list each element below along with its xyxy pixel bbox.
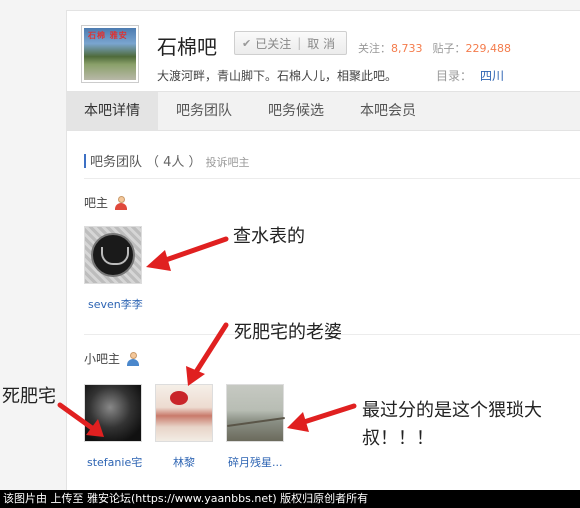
- arrow-worst-head: [287, 412, 309, 432]
- arrow-worst: [301, 403, 357, 425]
- arrow-owner: [157, 236, 229, 265]
- annotation-worst-line2: 叔！！！: [362, 428, 434, 449]
- arrow-otaku: [57, 402, 95, 431]
- annotation-owner: 查水表的: [233, 226, 305, 247]
- arrow-lover: [193, 322, 229, 375]
- annotation-fat-otaku: 死肥宅: [2, 386, 56, 407]
- arrow-owner-head: [146, 250, 171, 271]
- annotation-arrows: [57, 236, 357, 437]
- copyright-footer: 该图片由 上传至 雅安论坛(https://www.yaanbbs.net) 版…: [0, 490, 580, 508]
- annotation-worst-line1: 最过分的是这个猥琐大: [362, 400, 542, 421]
- annotation-lover: 死肥宅的老婆: [234, 322, 342, 343]
